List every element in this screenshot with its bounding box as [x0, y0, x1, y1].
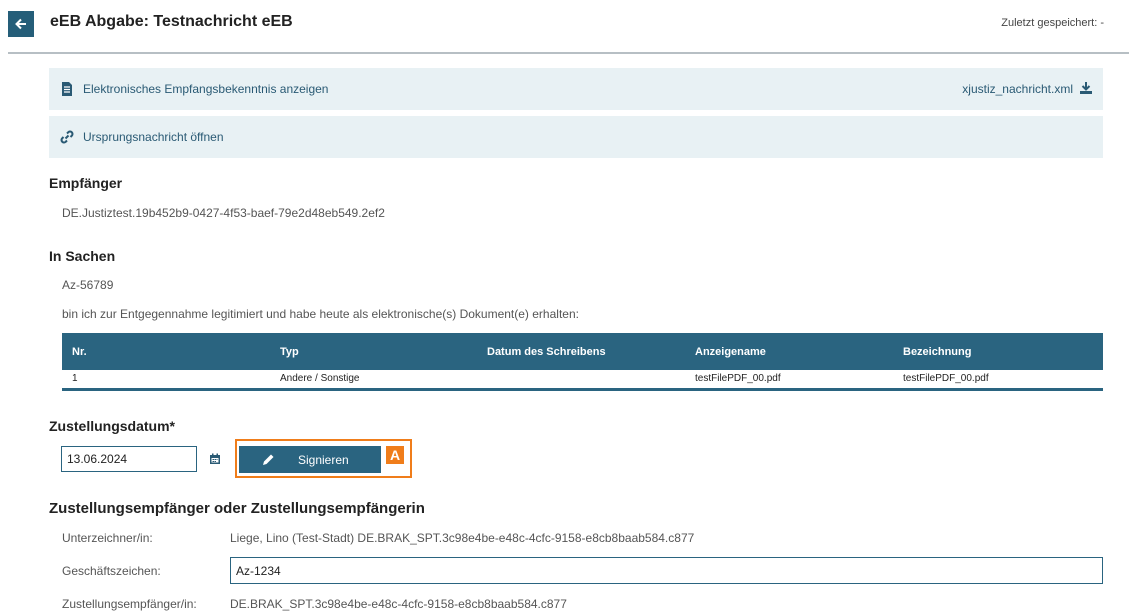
col-typ[interactable]: Typ [280, 346, 299, 358]
sign-button[interactable]: Signieren [239, 446, 381, 473]
recipient-heading: Empfänger [49, 175, 123, 191]
delivery-date-label: Zustellungsdatum* [49, 418, 176, 434]
delivery-date-input[interactable] [61, 446, 197, 472]
file-ref-label: Geschäftszeichen: [62, 564, 161, 578]
delivery-recipient-value: DE.BRAK_SPT.3c98e4be-e48c-4cfc-9158-e8cb… [230, 597, 567, 611]
annotation-badge: A [386, 446, 404, 464]
show-eeb-link[interactable]: Elektronisches Empfangsbekenntnis anzeig… [83, 82, 328, 96]
cell-typ: Andere / Sonstige [280, 373, 360, 384]
case-heading: In Sachen [49, 248, 116, 264]
origin-bar: Ursprungsnachricht öffnen [49, 116, 1103, 158]
cell-anzeigename: testFilePDF_00.pdf [695, 373, 781, 384]
table-row[interactable]: 1 Andere / Sonstige testFilePDF_00.pdf t… [62, 370, 1103, 391]
page-title: eEB Abgabe: Testnachricht eEB [50, 13, 293, 30]
signer-value: Liege, Lino (Test-Stadt) DE.BRAK_SPT.3c9… [230, 531, 695, 545]
download-icon[interactable] [1079, 81, 1093, 95]
header-divider [8, 52, 1129, 54]
documents-table: Nr. Typ Datum des Schreibens Anzeigename… [62, 333, 1103, 391]
back-button[interactable] [8, 11, 34, 37]
case-reference: Az-56789 [62, 278, 114, 292]
col-bezeichnung[interactable]: Bezeichnung [903, 346, 971, 358]
col-anzeigename[interactable]: Anzeigename [695, 346, 766, 358]
recipient-value: DE.Justiztest.19b452b9-0427-4f53-baef-79… [62, 206, 385, 220]
cell-bezeichnung: testFilePDF_00.pdf [903, 373, 989, 384]
link-icon [60, 130, 74, 144]
xml-file-link[interactable]: xjustiz_nachricht.xml [962, 82, 1073, 96]
calendar-icon [209, 453, 220, 464]
case-statement: bin ich zur Entgegennahme legitimiert un… [62, 307, 579, 321]
recipient-label: Zustellungsempfänger/in: [62, 597, 197, 611]
col-datum[interactable]: Datum des Schreibens [487, 346, 606, 358]
delivery-recipient-heading: Zustellungsempfänger oder Zustellungsemp… [49, 500, 425, 517]
document-icon [62, 82, 72, 96]
calendar-button[interactable] [201, 446, 228, 472]
open-origin-link[interactable]: Ursprungsnachricht öffnen [83, 130, 224, 144]
signer-label: Unterzeichner/in: [62, 531, 153, 545]
col-nr[interactable]: Nr. [72, 346, 87, 358]
eeb-bar: Elektronisches Empfangsbekenntnis anzeig… [49, 68, 1103, 110]
file-ref-input[interactable] [230, 557, 1103, 584]
saved-status: Zuletzt gespeichert: - [1001, 17, 1104, 29]
back-arrow-icon [15, 18, 26, 30]
delivery-date-heading: Zustellungsdatum* [49, 418, 175, 434]
table-header: Nr. Typ Datum des Schreibens Anzeigename… [62, 333, 1103, 370]
pencil-icon [263, 454, 274, 465]
sign-button-label: Signieren [298, 452, 349, 467]
cell-nr: 1 [72, 373, 78, 384]
